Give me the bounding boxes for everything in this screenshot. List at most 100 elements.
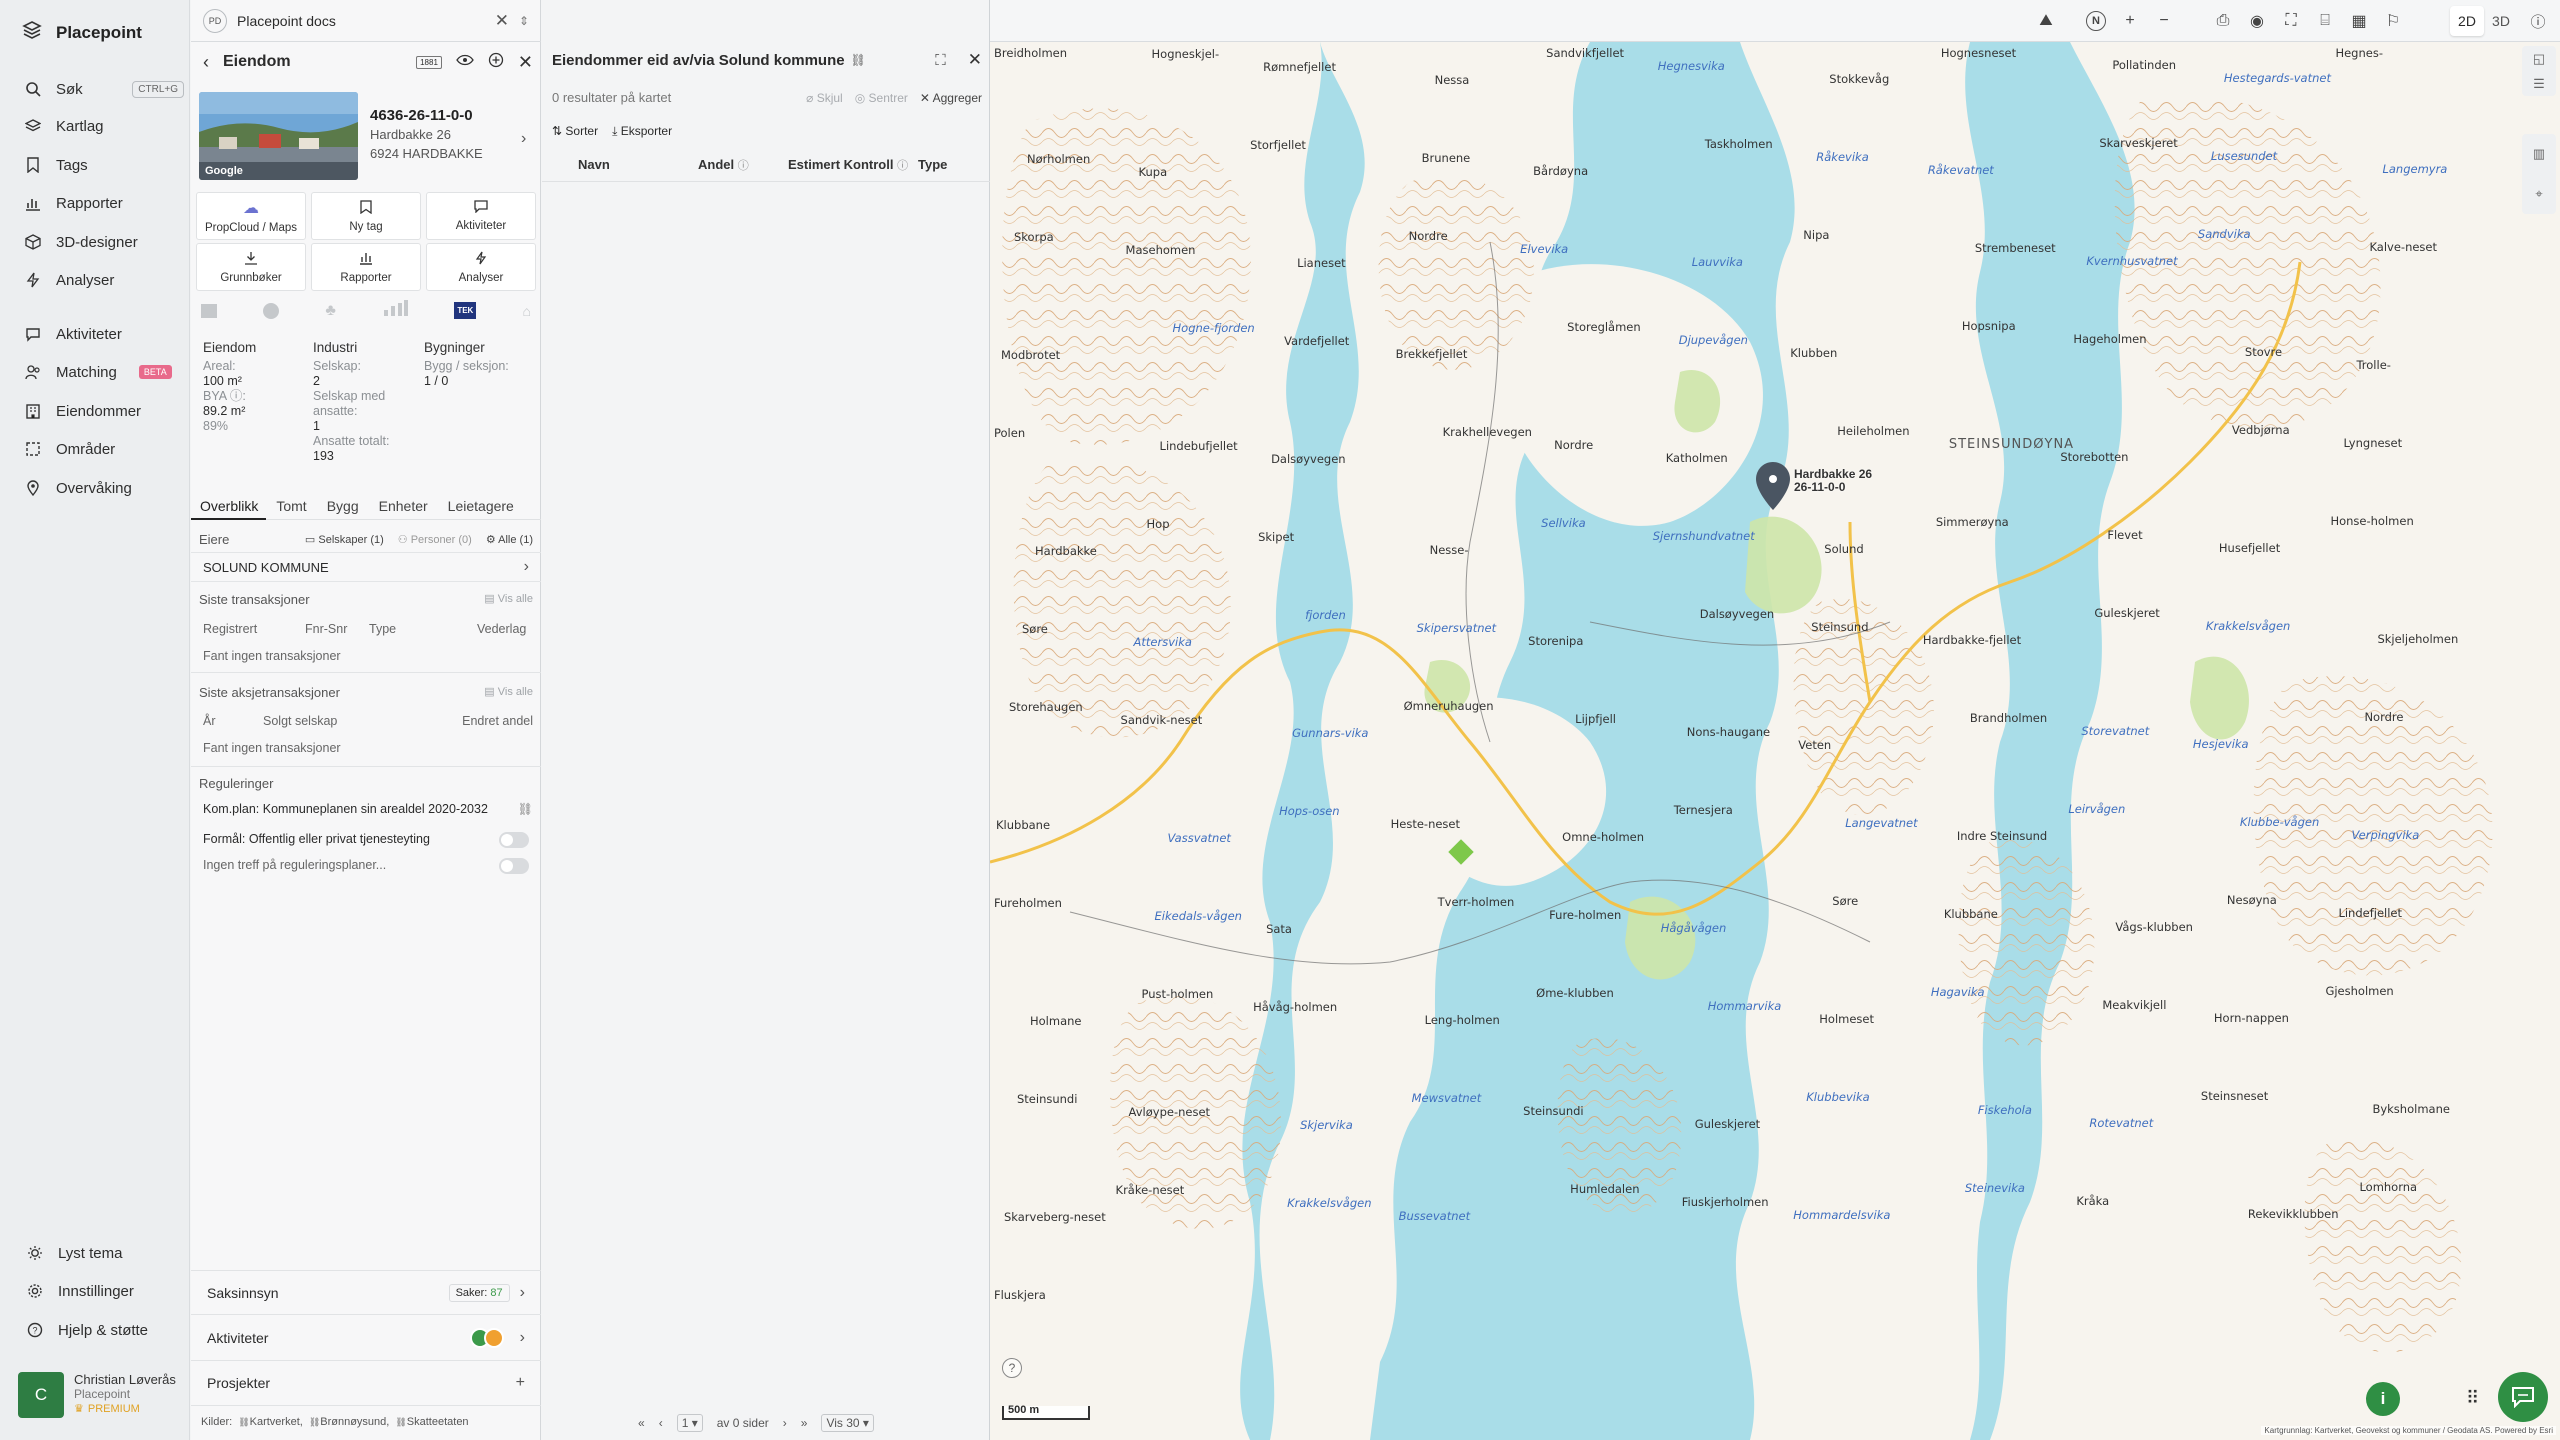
link-icon[interactable]: ⛓ [518,802,533,816]
drag-handle-icon[interactable]: ⠿ [2466,1388,2479,1409]
home-status-icon[interactable]: ⌂ [523,303,531,319]
bars-status-icon[interactable] [382,300,409,321]
filter-personer[interactable]: ⚇ Personer (0) [398,533,472,546]
nav-item-lyst-tema[interactable]: Lyst tema [26,1240,186,1266]
property-photo[interactable]: Google [199,92,358,180]
print-icon[interactable]: ⎙ [2213,11,2233,31]
add-icon[interactable]: + [516,1374,525,1392]
next-page-icon[interactable]: › [783,1416,787,1430]
nav-item-kartlag[interactable]: Kartlag [24,113,184,139]
chat-fab-icon[interactable] [2498,1372,2548,1422]
filter-alle[interactable]: ⚙ Alle (1) [486,533,533,546]
chevron-updown-icon[interactable]: ⇕ [519,14,529,28]
globe-status-icon[interactable] [263,302,280,319]
doc-tab[interactable]: PD Placepoint docs ✕ ⇕ [191,0,541,42]
sort-button[interactable]: ⇅ Sorter [552,124,598,139]
tab-leietagere[interactable]: Leietagere [438,496,524,519]
info-fab-icon[interactable]: i [2366,1382,2400,1416]
eye-icon[interactable] [456,53,474,71]
tab-tomt[interactable]: Tomt [266,496,316,519]
page-select[interactable]: 1 ▾ [676,1414,703,1432]
tab-overblikk[interactable]: Overblikk [191,496,267,520]
layers-icon[interactable]: ◱ [2533,51,2545,67]
nav-item-tags[interactable]: Tags [24,152,184,178]
per-page-select[interactable]: Vis 30 ▾ [821,1414,874,1432]
owner-row[interactable]: SOLUND KOMMUNE › [191,552,541,582]
mode-3d-button[interactable]: 3D [2484,6,2518,36]
bookmark-icon[interactable]: ⚐ [2383,11,2403,31]
badge-1881-icon[interactable]: 1881 [416,55,442,69]
fullscreen-icon[interactable]: ⛶ [2281,11,2301,31]
plant-status-icon[interactable]: ♣ [325,302,336,320]
nav-item-matching[interactable]: Matching BETA [24,359,184,385]
nav-item-analyser[interactable]: Analyser [24,267,184,293]
eye-icon[interactable]: ◉ [2247,11,2267,31]
regulation-toggle[interactable] [499,858,529,874]
center-button[interactable]: ◎ Sentrer [855,91,908,105]
nav-item-omrader[interactable]: Områder [24,436,184,462]
last-page-icon[interactable]: » [801,1416,808,1430]
prev-page-icon[interactable]: ‹ [659,1416,663,1430]
saksinnsyn-section[interactable]: Saksinnsyn Saker: 87 › [191,1270,541,1314]
brand[interactable]: Placepoint [22,20,142,45]
tab-bygg[interactable]: Bygg [317,496,369,519]
activities-button[interactable]: Aktiviteter [426,192,536,240]
col-estimert-kontroll[interactable]: Estimert Kontroll ⓘ [788,157,918,173]
hide-button[interactable]: ⌀ Skjul [806,91,843,105]
col-type[interactable]: Type [918,157,978,172]
analyses-button[interactable]: Analyser [426,243,536,291]
grid-status-icon[interactable] [201,303,217,318]
reports-button[interactable]: Rapporter [311,243,421,291]
add-circle-icon[interactable] [488,52,504,73]
aktiviteter-section[interactable]: Aktiviteter › [191,1314,541,1360]
nav-item-overvaking[interactable]: Overvåking [24,475,184,501]
col-andel[interactable]: Andel ⓘ [698,157,788,173]
regulation-plan-row[interactable]: Kom.plan: Kommuneplanen sin arealdel 202… [203,802,533,816]
nav-item-3d-designer[interactable]: 3D-designer [24,229,184,255]
close-icon[interactable]: ✕ [968,50,982,70]
share-tx-view-all[interactable]: ▤ Vis alle [484,685,533,700]
nav-item-aktiviteter[interactable]: Aktiviteter [24,321,184,347]
tab-enheter[interactable]: Enheter [369,496,438,519]
north-arrow-icon[interactable]: N [2086,11,2106,31]
terrain-icon[interactable]: ⛰ [2036,11,2056,31]
first-page-icon[interactable]: « [638,1416,645,1430]
camera-icon[interactable]: ⌸ [2315,11,2335,31]
map-view[interactable]: Hardbakke 26 26-11-0-0 Breidholmen Hognes… [990,42,2560,1440]
link-icon[interactable]: ⛓ [851,53,866,67]
nav-item-eiendommer[interactable]: Eiendommer [24,398,184,424]
tek-badge[interactable]: TEK [454,302,477,319]
user-profile[interactable]: C Christian Løverås Placepoint ♛ PREMIUM [18,1372,176,1418]
nav-item-rapporter[interactable]: Rapporter [24,190,184,216]
mode-2d-button[interactable]: 2D [2450,6,2484,36]
purpose-toggle[interactable] [499,832,529,848]
bar-chart-icon[interactable]: ▥ [2533,146,2545,162]
filter-selskaper[interactable]: ▭ Selskaper (1) [305,533,384,546]
source-bronnoysund[interactable]: ⛓Brønnøysund, [309,1416,390,1428]
prosjekter-section[interactable]: Prosjekter + [191,1360,541,1406]
nav-item-hjelp[interactable]: ? Hjelp & støtte [26,1317,186,1343]
col-navn[interactable]: Navn [578,157,698,172]
close-icon[interactable]: ✕ [495,11,509,31]
zoom-in-icon[interactable]: + [2120,11,2140,31]
info-icon[interactable]: ⓘ [2528,11,2548,31]
grunnboker-button[interactable]: Grunnbøker [196,243,306,291]
transactions-view-all[interactable]: ▤ Vis alle [484,592,533,607]
propcloud-maps-button[interactable]: ☁ PropCloud / Maps [196,192,306,240]
measure-icon[interactable]: ⌖ [2535,186,2542,202]
close-panel-icon[interactable]: ✕ [518,52,533,73]
new-tag-button[interactable]: Ny tag [311,192,421,240]
source-kartverket[interactable]: ⛓Kartverket, [238,1416,303,1428]
nav-item-innstillinger[interactable]: Innstillinger [26,1278,186,1304]
aggregate-button[interactable]: ✕ Aggreger [920,91,982,105]
nav-search[interactable]: Søk CTRL+G [24,76,184,102]
zoom-out-icon[interactable]: − [2154,11,2174,31]
back-icon[interactable]: ‹ [203,52,209,73]
stack-icon[interactable]: ☰ [2533,76,2545,92]
source-skatteetaten[interactable]: ⛓Skatteetaten [395,1416,468,1428]
grid-icon[interactable]: ▦ [2349,11,2369,31]
expand-icon[interactable]: ⛶ [935,52,946,69]
help-icon[interactable]: ? [1002,1358,1022,1378]
export-button[interactable]: ⤓ Eksporter [612,124,672,139]
chevron-right-icon[interactable]: › [521,130,526,148]
